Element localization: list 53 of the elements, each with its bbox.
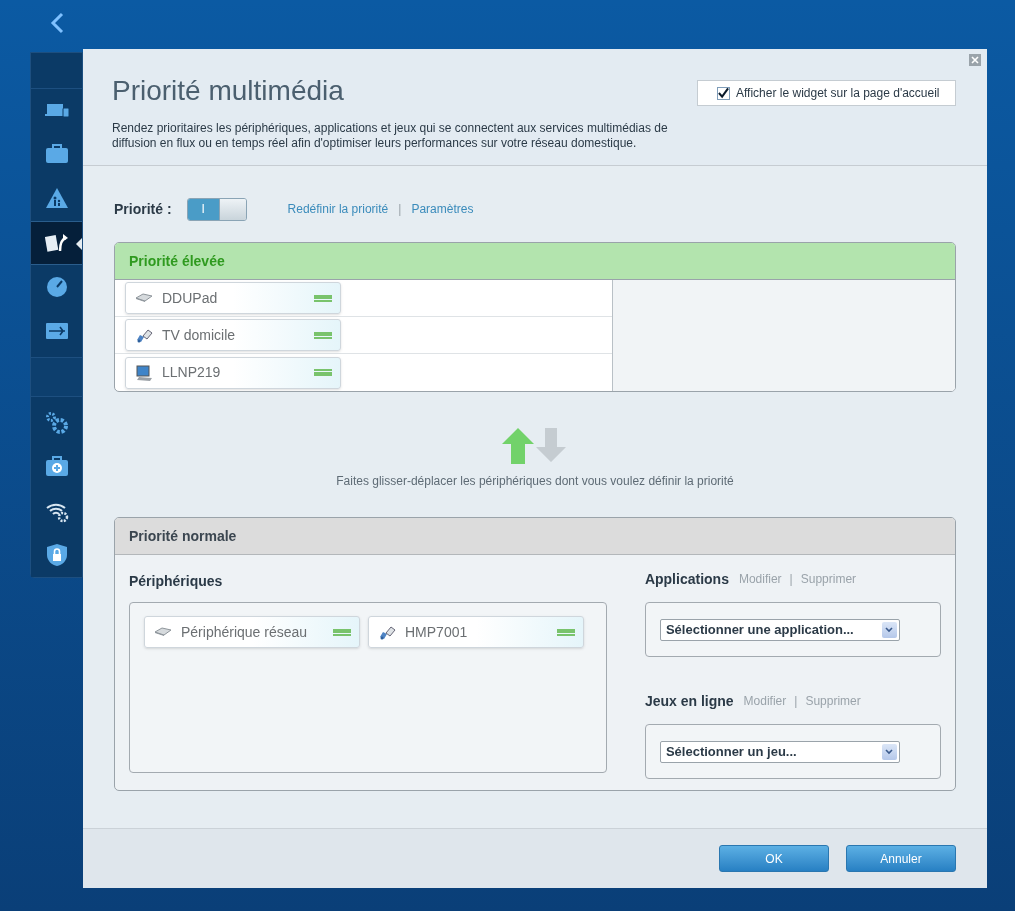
drag-handle-icon[interactable] <box>333 628 351 636</box>
text-link[interactable]: Supprimer <box>800 570 857 588</box>
device-name: LLNP219 <box>162 363 222 382</box>
first-aid-kit-icon <box>44 455 69 479</box>
high-priority-header: Priorité élevée <box>115 243 955 280</box>
up-down-arrows-icon <box>502 428 568 464</box>
media-priority-icon <box>44 231 69 255</box>
device-name: HMP7001 <box>405 622 469 642</box>
gears-icon <box>44 411 69 435</box>
drag-handle-icon[interactable] <box>314 369 332 376</box>
games-heading: Jeux en ligne <box>644 691 734 711</box>
drag-handle-icon[interactable] <box>557 628 575 636</box>
media-device-icon <box>378 624 396 640</box>
dialog-button[interactable]: Annuler <box>846 845 956 872</box>
device-chip[interactable]: HMP7001 <box>368 616 584 648</box>
drag-handle-icon[interactable] <box>314 294 332 302</box>
link-separator: | <box>794 693 798 710</box>
dialog-title: Priorité multimédia <box>112 75 344 107</box>
back-chevron-icon[interactable] <box>49 12 64 34</box>
drag-handle-icon[interactable] <box>314 331 332 339</box>
media-device-icon <box>135 327 153 343</box>
devices-heading: Périphériques <box>129 572 224 587</box>
device-chip[interactable]: DDUPad <box>125 282 341 314</box>
device-chip[interactable]: LLNP219 <box>125 356 341 389</box>
text-link[interactable]: Redéfinir la priorité <box>287 200 389 218</box>
priority-label: Priorité : <box>114 199 172 219</box>
close-icon[interactable] <box>969 54 981 66</box>
priority-toggle[interactable]: I <box>186 197 247 221</box>
device-chip[interactable]: Périphérique réseau <box>144 616 360 648</box>
text-link[interactable]: Modifier <box>743 692 787 710</box>
dialog-button[interactable]: OK <box>719 845 829 872</box>
link-separator: | <box>398 201 402 218</box>
sidebar-item[interactable] <box>31 221 82 265</box>
text-link[interactable]: Paramètres <box>411 200 474 218</box>
dialog-description: Rendez prioritaires les périphériques, applications et jeux qui se connectent aux services multimédias de diffusion en flux ou en temps réel afin d'optimiser leurs performances sur votre réseau domestique. <box>112 121 669 151</box>
device-chip[interactable]: TV domicile <box>125 319 341 351</box>
checkbox-label[interactable]: Afficher le widget sur la page d'accueil <box>736 84 940 102</box>
text-link[interactable]: Modifier <box>738 570 782 588</box>
drag-hint: Faites glisser-déplacer les périphériques dont vous voulez définir la priorité <box>336 473 734 490</box>
applications-heading: Applications <box>644 569 729 589</box>
shield-lock-icon <box>44 543 69 567</box>
normal-priority-header: Priorité normale <box>115 518 955 555</box>
device-name: TV domicile <box>162 325 237 345</box>
game-select[interactable]: Sélectionner un jeu... <box>659 740 900 763</box>
text-link[interactable]: Supprimer <box>805 692 861 710</box>
desktop-computer-icon <box>135 364 153 381</box>
checkbox[interactable] <box>717 86 730 100</box>
application-select[interactable]: Sélectionner une application... <box>659 618 900 641</box>
link-separator: | <box>789 571 793 588</box>
device-name: DDUPad <box>162 288 219 308</box>
gauge-icon <box>44 275 69 299</box>
device-name: Périphérique réseau <box>181 622 309 642</box>
warning-family-icon <box>44 187 69 211</box>
